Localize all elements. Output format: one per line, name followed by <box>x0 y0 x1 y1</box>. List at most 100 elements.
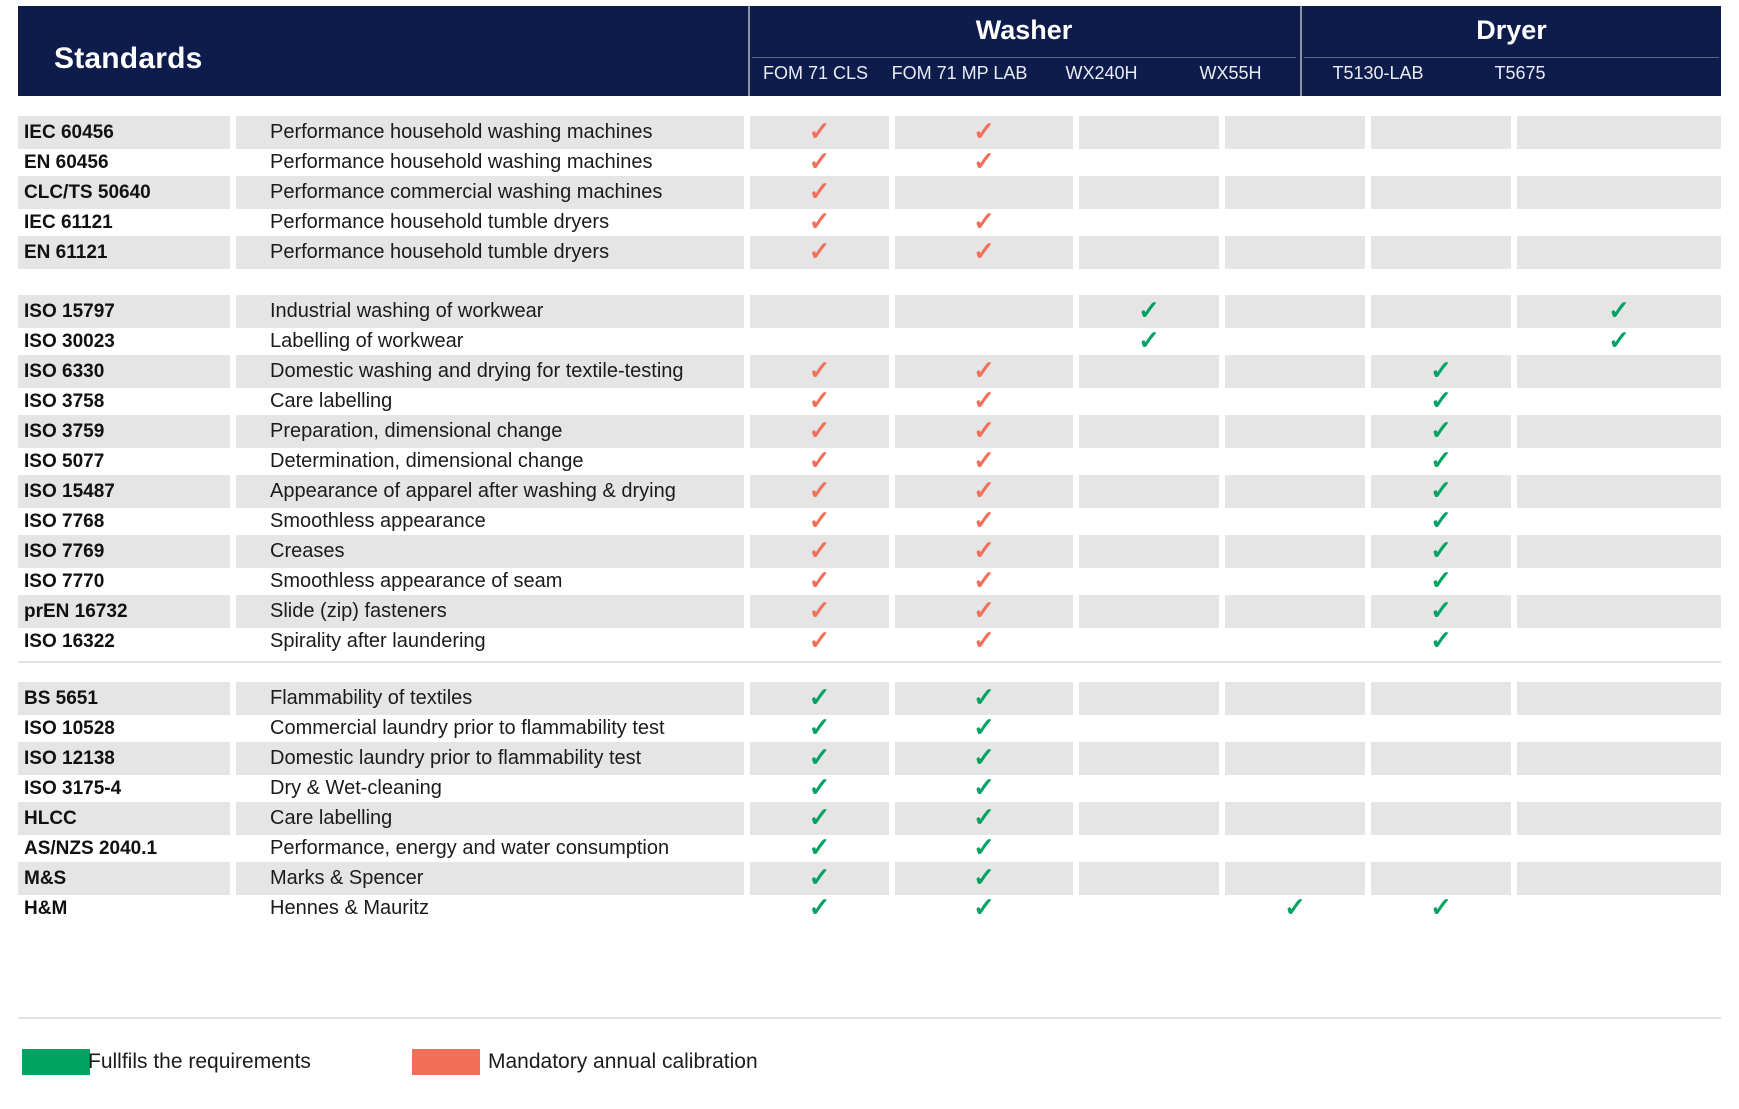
standard-description: Creases <box>270 540 345 562</box>
mark-cell <box>1079 355 1219 388</box>
mark-cell <box>1079 206 1219 239</box>
table-row: M&S Marks & Spencer ✓ ✓ <box>0 862 1739 895</box>
checkmark-orange: ✓ <box>973 445 995 475</box>
table-row: prEN 16732 Slide (zip) fasteners ✓ ✓ ✓ <box>0 595 1739 628</box>
checkmark-green: ✓ <box>808 892 831 922</box>
mark-cell <box>1517 535 1721 568</box>
mark-cell <box>1079 176 1219 209</box>
mark-cell <box>1517 682 1721 715</box>
checkmark-orange: ✓ <box>808 355 831 385</box>
checkmark-green: ✓ <box>1430 445 1452 475</box>
mark-cell <box>1079 802 1219 835</box>
table-row: IEC 61121 Performance household tumble dr… <box>0 206 1739 239</box>
mark-cell <box>1225 772 1365 805</box>
checkmark-orange: ✓ <box>973 146 995 176</box>
table-row: ISO 7770 Smoothless appearance of seam ✓ ✓ ✓ <box>0 565 1739 598</box>
checkmark-green: ✓ <box>1430 415 1452 445</box>
checkmark-green: ✓ <box>1430 565 1452 595</box>
mark-cell <box>1079 385 1219 418</box>
standard-code: ISO 7768 <box>24 511 105 532</box>
mark-cell <box>895 295 1073 328</box>
header-group-underline <box>1304 57 1719 58</box>
table-row: ISO 3759 Preparation, dimensional change ✓… <box>0 415 1739 448</box>
standard-description: Performance household tumble dryers <box>270 241 610 263</box>
mark-cell <box>1225 355 1365 388</box>
table-row: IEC 60456 Performance household washing m… <box>0 116 1739 149</box>
mark-cell <box>1517 832 1721 865</box>
standard-description: Care labelling <box>270 807 393 829</box>
mark-cell <box>1079 772 1219 805</box>
standard-code: H&M <box>24 898 68 919</box>
mark-cell <box>1517 802 1721 835</box>
standard-code: CLC/TS 50640 <box>24 182 151 203</box>
mark-cell <box>1371 176 1511 209</box>
table-row: HLCC Care labelling ✓ ✓ <box>0 802 1739 835</box>
mark-cell <box>1371 116 1511 149</box>
table-row: ISO 15487 Appearance of apparel after was… <box>0 475 1739 508</box>
standard-description: Performance commercial washing machines <box>270 181 663 203</box>
mark-cell <box>1517 445 1721 478</box>
standard-description: Performance household washing machines <box>270 151 653 173</box>
table-row: H&M Hennes & Mauritz ✓ ✓ ✓ ✓ <box>0 892 1739 925</box>
mark-cell <box>1517 862 1721 895</box>
mark-cell <box>1079 892 1219 925</box>
mark-cell <box>1225 802 1365 835</box>
mark-cell <box>1225 832 1365 865</box>
mark-cell <box>1079 236 1219 269</box>
rule-after-group-3 <box>18 1017 1721 1019</box>
mark-cell <box>1517 565 1721 598</box>
mark-cell <box>1225 712 1365 745</box>
standard-description: Performance household washing machines <box>270 121 653 143</box>
header-column-wx55h: WX55H <box>1199 63 1262 83</box>
header-group-washer: Washer <box>975 15 1073 45</box>
standard-code: ISO 15487 <box>24 481 115 502</box>
checkmark-orange: ✓ <box>808 565 831 595</box>
checkmark-orange: ✓ <box>808 385 831 415</box>
checkmark-green: ✓ <box>973 892 995 922</box>
checkmark-green: ✓ <box>1608 325 1630 355</box>
checkmark-green: ✓ <box>1430 475 1452 505</box>
checkmark-orange: ✓ <box>808 206 831 236</box>
mark-cell <box>1517 176 1721 209</box>
header-column-fom-71-cls: FOM 71 CLS <box>762 63 869 83</box>
standard-code: AS/NZS 2040.1 <box>24 838 158 859</box>
mark-cell <box>750 295 889 328</box>
mark-cell <box>1371 802 1511 835</box>
legend-swatch-fullfils-requirements <box>22 1049 90 1075</box>
standard-description: Domestic washing and drying for textile-… <box>270 360 684 382</box>
standard-description: Slide (zip) fasteners <box>270 600 447 622</box>
checkmark-green: ✓ <box>973 682 995 712</box>
mark-cell <box>1225 475 1365 508</box>
mark-cell <box>1225 415 1365 448</box>
standard-code: ISO 15797 <box>24 301 115 322</box>
standard-code: ISO 10528 <box>24 718 115 739</box>
checkmark-green: ✓ <box>808 862 831 892</box>
mark-cell <box>1225 862 1365 895</box>
table-row: ISO 12138 Domestic laundry prior to flamm… <box>0 742 1739 775</box>
header-column-fom-71-mp-lab: FOM 71 MP LAB <box>891 63 1028 83</box>
mark-cell <box>1517 415 1721 448</box>
standard-description: Spirality after laundering <box>270 630 486 652</box>
mark-cell <box>1517 146 1721 179</box>
mark-cell <box>1517 355 1721 388</box>
checkmark-green: ✓ <box>808 712 831 742</box>
mark-cell <box>1079 565 1219 598</box>
table-row: EN 60456 Performance household washing ma… <box>0 146 1739 179</box>
mark-cell <box>1371 742 1511 775</box>
checkmark-green: ✓ <box>973 772 995 802</box>
header-column-t5130-lab: T5130-LAB <box>1332 63 1424 83</box>
standard-code: ISO 3175-4 <box>24 778 122 799</box>
checkmark-orange: ✓ <box>808 595 831 625</box>
table-row: BS 5651 Flammability of textiles ✓ ✓ <box>0 682 1739 715</box>
legend-swatch-mandatory-calibration <box>412 1049 480 1075</box>
mark-cell <box>1079 445 1219 478</box>
checkmark-orange: ✓ <box>973 475 995 505</box>
standard-code: EN 61121 <box>24 242 108 263</box>
mark-cell <box>1225 565 1365 598</box>
mark-cell <box>1371 325 1511 358</box>
checkmark-orange: ✓ <box>808 505 831 535</box>
mark-cell <box>1225 385 1365 418</box>
mark-cell <box>1517 236 1721 269</box>
standard-code: IEC 60456 <box>24 122 114 143</box>
mark-cell <box>1225 325 1365 358</box>
